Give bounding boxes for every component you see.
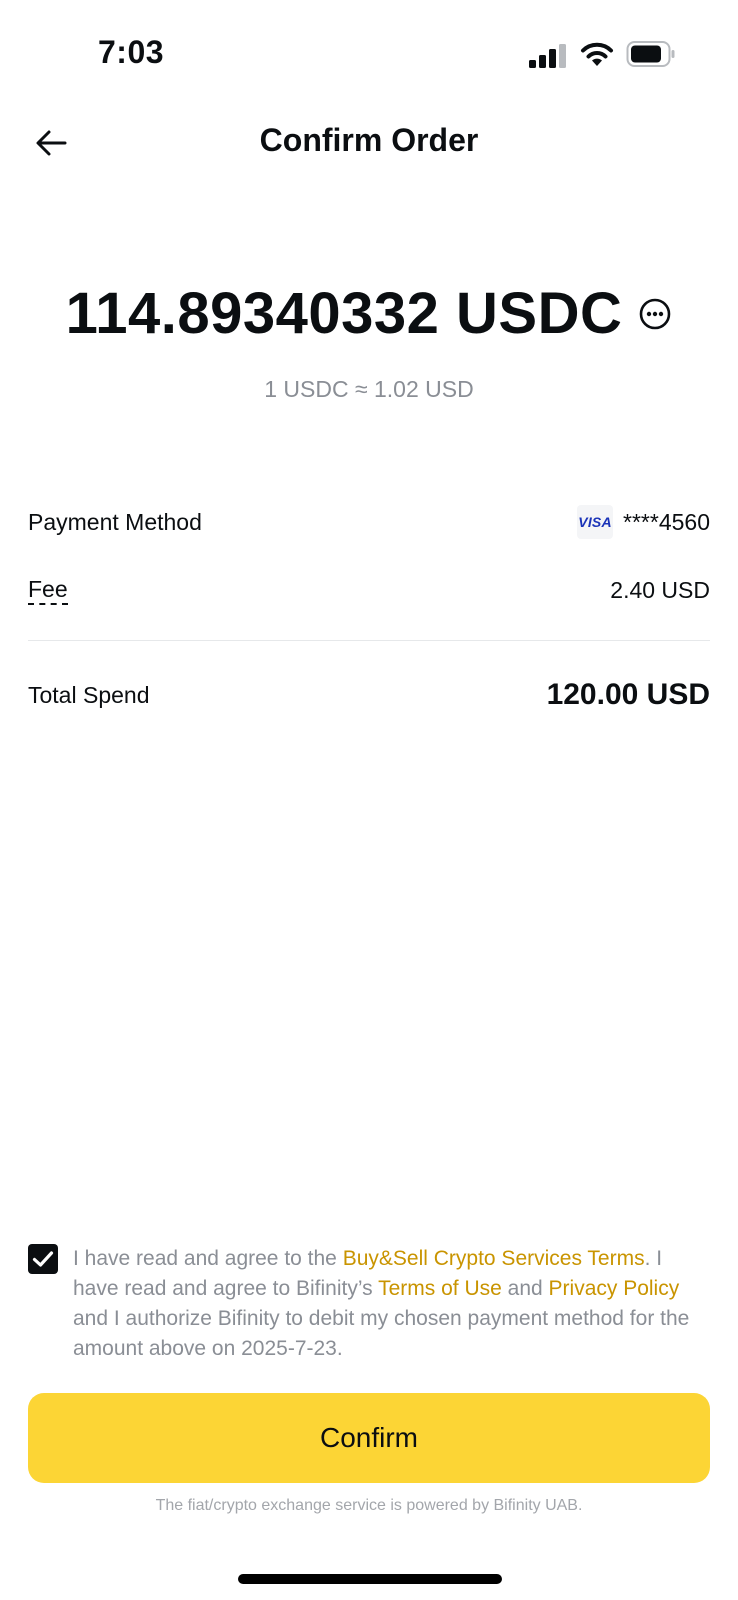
total-spend-value: 120.00 USD xyxy=(546,678,710,711)
agreement-line1-prefix: I have read and agree to the xyxy=(73,1247,343,1270)
payment-method-label: Payment Method xyxy=(28,508,202,535)
more-info-button[interactable] xyxy=(638,297,672,331)
ellipsis-circle-icon xyxy=(640,298,671,329)
buy-sell-terms-link[interactable]: Buy&Sell Crypto Services Terms xyxy=(343,1247,645,1270)
battery-icon xyxy=(626,41,675,67)
page-title: Confirm Order xyxy=(259,122,479,158)
wifi-icon xyxy=(581,42,613,66)
checkmark-icon xyxy=(32,1251,54,1267)
crypto-amount: 114.89340332 USDC xyxy=(65,281,623,346)
powered-by-text: The fiat/crypto exchange service is powe… xyxy=(155,1497,583,1514)
total-spend-label: Total Spend xyxy=(28,681,150,708)
payment-method-value: VISA ****4560 xyxy=(577,505,710,539)
order-amount-row: 114.89340332 USDC xyxy=(0,280,738,347)
cellular-signal-icon xyxy=(529,44,566,68)
agreement-checkbox[interactable] xyxy=(28,1244,58,1274)
card-number: ****4560 xyxy=(623,508,710,535)
terms-of-use-link[interactable]: Terms of Use xyxy=(378,1277,502,1300)
confirm-button[interactable]: Confirm xyxy=(28,1393,710,1483)
agreement-text: I have read and agree to the Buy&Sell Cr… xyxy=(73,1244,710,1364)
status-time: 7:03 xyxy=(98,34,165,70)
visa-logo-icon: VISA xyxy=(577,505,614,539)
agreement-and-text: and xyxy=(501,1277,549,1300)
agreement-line2-suffix: and I authorize Bifinity to debit my cho… xyxy=(73,1307,690,1360)
total-spend-row: Total Spend 120.00 USD xyxy=(28,672,710,718)
fee-value: 2.40 USD xyxy=(610,576,710,603)
fee-label[interactable]: Fee xyxy=(28,575,68,605)
privacy-policy-link[interactable]: Privacy Policy xyxy=(549,1277,680,1300)
exchange-rate: 1 USDC ≈ 1.02 USD xyxy=(264,376,474,402)
divider xyxy=(28,640,710,641)
payment-method-row[interactable]: Payment Method VISA ****4560 xyxy=(28,500,710,544)
fee-row: Fee 2.40 USD xyxy=(28,570,710,610)
home-indicator[interactable] xyxy=(238,1574,502,1584)
status-bar: 7:03 xyxy=(0,0,738,100)
